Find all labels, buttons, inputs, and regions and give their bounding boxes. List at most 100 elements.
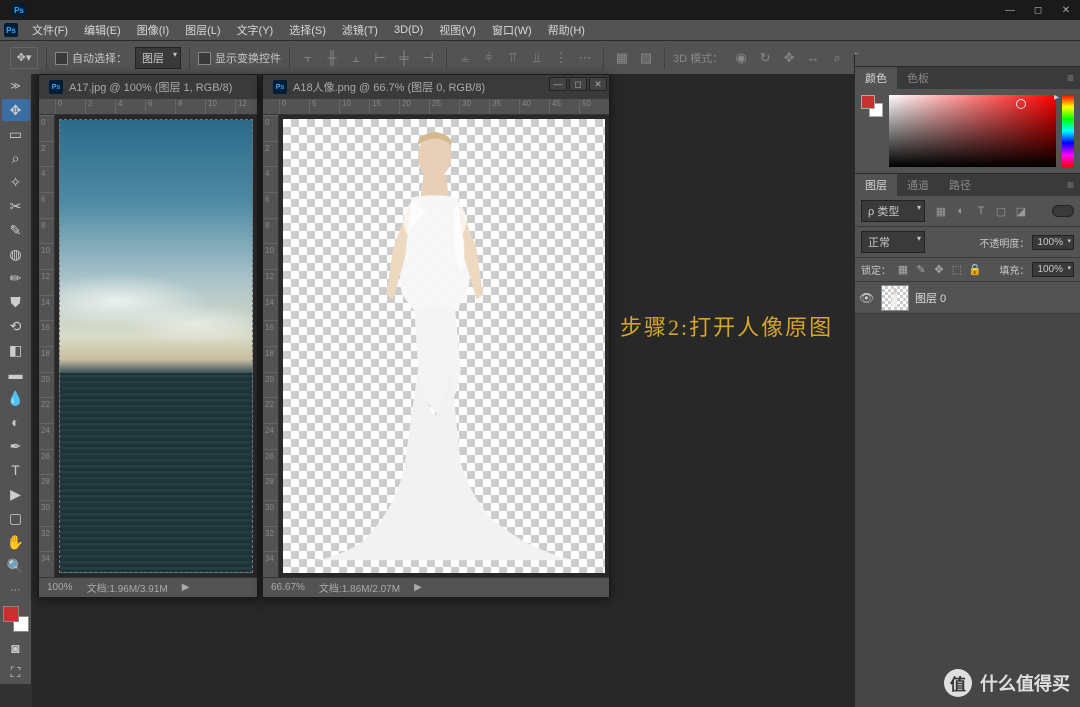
type-tool[interactable]: T	[2, 459, 30, 481]
color-picker-ring[interactable]	[1016, 99, 1026, 109]
dist-icon[interactable]: ⋯	[575, 48, 595, 68]
quickmask-icon[interactable]: ◙	[2, 637, 30, 659]
menu-file[interactable]: 文件(F)	[24, 20, 76, 40]
dodge-tool[interactable]: ◐	[2, 411, 30, 433]
color-swatches[interactable]	[3, 606, 29, 632]
dist-icon[interactable]: ⫩	[479, 48, 499, 68]
zoom-level[interactable]: 100%	[47, 582, 73, 593]
eyedropper-tool[interactable]: ✎	[2, 219, 30, 241]
document-window-1[interactable]: Ps A17.jpg @ 100% (图层 1, RGB/8) 02468101…	[38, 74, 258, 598]
doc-tab[interactable]: Ps A18人像.png @ 66.7% (图层 0, RGB/8)	[263, 75, 495, 99]
menu-help[interactable]: 帮助(H)	[540, 20, 593, 40]
3d-zoom-icon[interactable]: ⌕	[827, 48, 847, 68]
menu-filter[interactable]: 滤镜(T)	[334, 20, 386, 40]
layer-name[interactable]: 图层 0	[915, 290, 946, 306]
document-window-2[interactable]: Ps A18人像.png @ 66.7% (图层 0, RGB/8) — ◻ ✕…	[262, 74, 610, 598]
3d-slide-icon[interactable]: ↔	[803, 48, 823, 68]
panel-menu-icon[interactable]: ≡	[1061, 178, 1080, 192]
stamp-tool[interactable]: ⛊	[2, 291, 30, 313]
blur-tool[interactable]: 💧	[2, 387, 30, 409]
align-right-icon[interactable]: ⊣	[418, 48, 438, 68]
window-maximize[interactable]: ◻	[1024, 0, 1052, 20]
ruler-horizontal[interactable]: 024681012	[39, 99, 257, 115]
dist-icon[interactable]: ⫪	[503, 48, 523, 68]
3d-orbit-icon[interactable]: ◉	[731, 48, 751, 68]
lock-artboard-icon[interactable]: ⬚	[950, 263, 964, 276]
doc-size[interactable]: 文档:1.96M/3.91M	[87, 580, 168, 595]
layer-filter-kind[interactable]: ρ 类型	[861, 200, 925, 222]
align-top-icon[interactable]: ⫟	[298, 48, 318, 68]
align-bottom-icon[interactable]: ⫠	[346, 48, 366, 68]
tab-swatches[interactable]: 色板	[897, 67, 939, 89]
magic-wand-tool[interactable]: ✧	[2, 171, 30, 193]
tab-color[interactable]: 颜色	[855, 67, 897, 89]
ruler-vertical[interactable]: 0246810121416182022242628303234	[263, 115, 279, 577]
panel-fg-swatch[interactable]	[861, 95, 875, 109]
menu-window[interactable]: 窗口(W)	[484, 20, 540, 40]
doc-maximize[interactable]: ◻	[569, 77, 587, 91]
tab-layers[interactable]: 图层	[855, 174, 897, 196]
tab-channels[interactable]: 通道	[897, 174, 939, 196]
align-vcenter-icon[interactable]: ╫	[322, 48, 342, 68]
color-field[interactable]	[889, 95, 1056, 167]
extras-icon[interactable]: ⋯	[2, 579, 30, 601]
filter-type-icon[interactable]: T	[973, 205, 989, 218]
hand-tool[interactable]: ✋	[2, 531, 30, 553]
doc-close[interactable]: ✕	[589, 77, 607, 91]
lock-all-icon[interactable]: 🔒	[968, 263, 982, 276]
menu-select[interactable]: 选择(S)	[281, 20, 334, 40]
lock-pixels-icon[interactable]: ✎	[914, 263, 928, 276]
doc-canvas[interactable]	[279, 115, 609, 577]
filter-toggle[interactable]	[1052, 205, 1074, 217]
lasso-tool[interactable]: ⌕	[2, 147, 30, 169]
hue-slider[interactable]	[1062, 95, 1074, 167]
doc-size[interactable]: 文档:1.86M/2.07M	[319, 580, 400, 595]
foreground-swatch[interactable]	[3, 606, 19, 622]
brush-tool[interactable]: ✏	[2, 267, 30, 289]
window-close[interactable]: ✕	[1052, 0, 1080, 20]
status-menu-icon[interactable]: ▶	[182, 582, 190, 593]
dist-icon[interactable]: ⋮	[551, 48, 571, 68]
auto-select-check[interactable]: 自动选择：	[55, 50, 127, 66]
blend-mode-dropdown[interactable]: 正常	[861, 231, 925, 253]
visibility-icon[interactable]: 👁	[859, 291, 875, 305]
zoom-tool[interactable]: 🔍	[2, 555, 30, 577]
panel-menu-icon[interactable]: ≡	[1061, 71, 1080, 85]
filter-adjust-icon[interactable]: ◐	[953, 205, 969, 218]
doc-minimize[interactable]: —	[549, 77, 567, 91]
history-brush-tool[interactable]: ⟲	[2, 315, 30, 337]
pen-tool[interactable]: ✒	[2, 435, 30, 457]
align-hcenter-icon[interactable]: ╪	[394, 48, 414, 68]
move-tool[interactable]: ✥	[2, 99, 30, 121]
screenmode-icon[interactable]: ⛶	[2, 661, 30, 683]
lock-position-icon[interactable]: ✥	[932, 263, 946, 276]
tool-preset[interactable]: ✥▾	[10, 47, 38, 69]
fill-value[interactable]: 100%	[1032, 262, 1074, 277]
doc-canvas[interactable]	[55, 115, 257, 577]
menu-image[interactable]: 图像(I)	[129, 20, 177, 40]
tab-paths[interactable]: 路径	[939, 174, 981, 196]
layer-row[interactable]: 👁 图层 0	[855, 282, 1080, 314]
filter-smart-icon[interactable]: ◪	[1013, 205, 1029, 218]
ruler-horizontal[interactable]: 0510152025303540455055	[263, 99, 609, 115]
filter-pixel-icon[interactable]: ▦	[933, 205, 949, 218]
collapse-icon[interactable]: ≫	[2, 75, 30, 97]
3d-roll-icon[interactable]: ↻	[755, 48, 775, 68]
path-select-tool[interactable]: ▶	[2, 483, 30, 505]
menu-view[interactable]: 视图(V)	[431, 20, 484, 40]
3d-pan-icon[interactable]: ✥	[779, 48, 799, 68]
ruler-vertical[interactable]: 0246810121416182022242628303234	[39, 115, 55, 577]
align-left-icon[interactable]: ⊢	[370, 48, 390, 68]
auto-select-target[interactable]: 图层	[135, 47, 181, 69]
menu-edit[interactable]: 编辑(E)	[76, 20, 129, 40]
healing-tool[interactable]: ◍	[2, 243, 30, 265]
layer-thumbnail[interactable]	[881, 285, 909, 311]
arrange-icon[interactable]: ▧	[636, 48, 656, 68]
filter-shape-icon[interactable]: ▢	[993, 205, 1009, 218]
eraser-tool[interactable]: ◧	[2, 339, 30, 361]
gradient-tool[interactable]: ▬	[2, 363, 30, 385]
dist-icon[interactable]: ⫨	[455, 48, 475, 68]
doc-tab[interactable]: Ps A17.jpg @ 100% (图层 1, RGB/8)	[39, 75, 242, 99]
show-transform-check[interactable]: 显示变换控件	[198, 50, 281, 66]
panel-color-swatches[interactable]	[861, 95, 883, 117]
